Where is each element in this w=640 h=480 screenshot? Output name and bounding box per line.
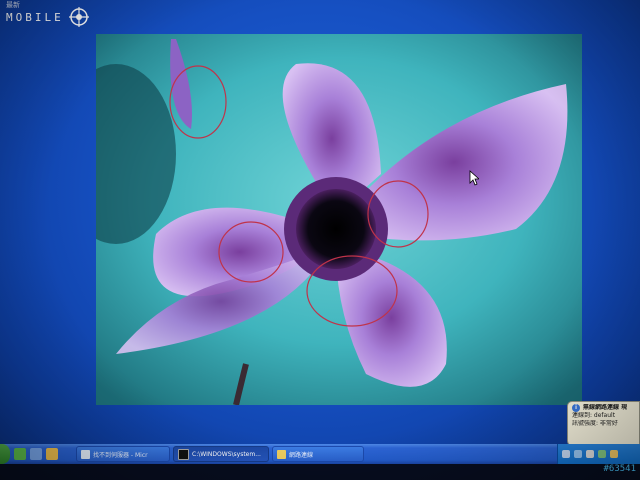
browser-icon — [81, 449, 90, 459]
crosshair-logo-icon — [68, 7, 89, 27]
tray-misc-icon[interactable] — [610, 450, 618, 458]
taskbar-button-cmd[interactable]: C:\WINDOWS\system... — [173, 446, 269, 462]
image-watermark: #63541 — [603, 464, 636, 474]
tray-app-icon[interactable] — [586, 450, 594, 458]
monitor-bezel — [0, 464, 640, 480]
taskbar-button-label: 找不到伺服器 - Micr — [93, 451, 148, 459]
wireless-network-icon[interactable] — [562, 450, 570, 458]
network-folder-icon — [277, 449, 286, 459]
flower-photo — [96, 34, 582, 405]
mouse-cursor-icon — [469, 170, 479, 186]
wireless-connected-balloon[interactable]: i 無線網路連線 現 連線到: default 訊號強度: 非常好 — [567, 401, 640, 446]
quicklaunch-desktop-icon[interactable] — [14, 448, 26, 460]
taskbar: 找不到伺服器 - Micr C:\WINDOWS\system... 網路連線 — [0, 444, 640, 464]
balloon-signal-line: 訊號強度: 非常好 — [572, 420, 618, 427]
balloon-title: 無線網路連線 現 — [583, 404, 628, 411]
taskbar-button-network[interactable]: 網路連線 — [272, 446, 364, 462]
quicklaunch-ie-icon[interactable] — [30, 448, 42, 460]
system-tray — [557, 444, 640, 464]
taskbar-button-label: 網路連線 — [289, 451, 314, 459]
quicklaunch-folder-icon[interactable] — [46, 448, 58, 460]
volume-icon[interactable] — [574, 450, 582, 458]
logo-text: MOBILE — [6, 10, 64, 24]
mobile01-logo: MOBILE — [6, 6, 132, 28]
taskbar-button-browser[interactable]: 找不到伺服器 - Micr — [76, 446, 170, 462]
balloon-connection-line: 連線到: default — [572, 412, 616, 419]
start-button[interactable] — [0, 444, 10, 464]
security-icon[interactable] — [598, 450, 606, 458]
taskbar-button-label: C:\WINDOWS\system... — [192, 450, 261, 458]
info-icon: i — [572, 404, 580, 412]
cmd-icon — [178, 448, 189, 460]
